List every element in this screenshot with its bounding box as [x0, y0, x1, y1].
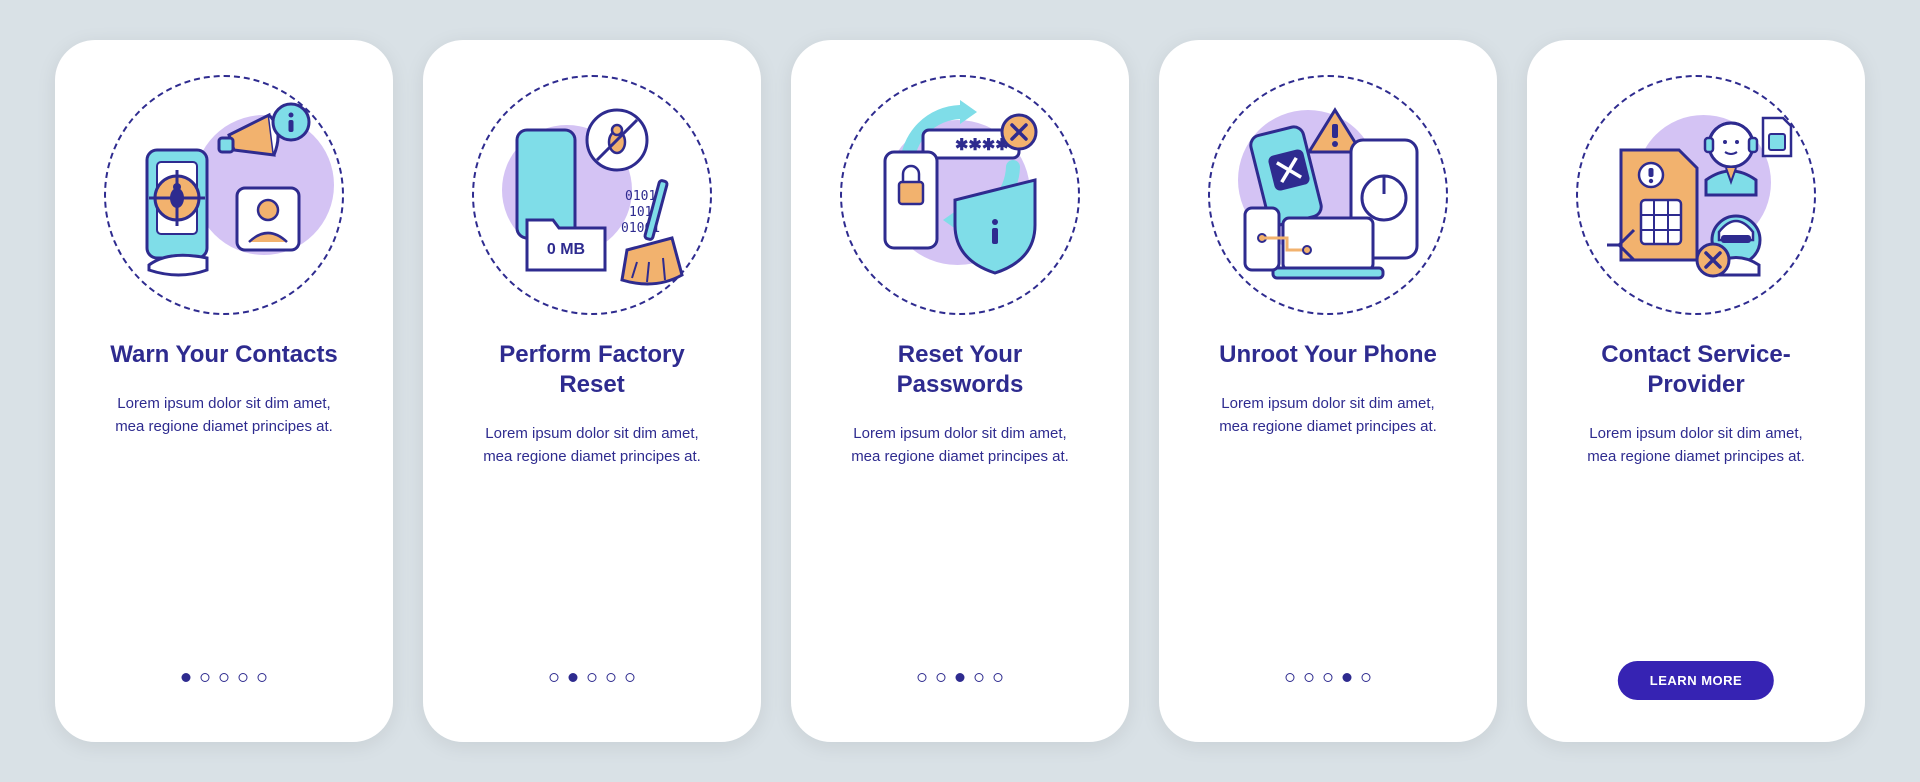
dot[interactable] [220, 673, 229, 682]
dot[interactable] [201, 673, 210, 682]
unroot-phone-icon [1223, 90, 1433, 300]
card-body: Lorem ipsum dolor sit dim amet, mea regi… [840, 422, 1080, 469]
card-body: Lorem ipsum dolor sit dim amet, mea regi… [1208, 392, 1448, 439]
dot[interactable] [1324, 673, 1333, 682]
onboarding-card-4: Unroot Your Phone Lorem ipsum dolor sit … [1159, 40, 1497, 742]
card-title: Warn Your Contacts [110, 340, 338, 370]
onboarding-card-5: Contact Service-Provider Lorem ipsum dol… [1527, 40, 1865, 742]
illustration-warn-contacts [104, 75, 344, 315]
dot[interactable] [182, 673, 191, 682]
dot[interactable] [1362, 673, 1371, 682]
illustration-contact-provider [1576, 75, 1816, 315]
dot[interactable] [1286, 673, 1295, 682]
pagination-dots [182, 673, 267, 682]
storage-badge: 0 MB [547, 241, 585, 258]
pagination-dots [918, 673, 1003, 682]
dot[interactable] [994, 673, 1003, 682]
svg-text:✱✱✱✱: ✱✱✱✱ [955, 137, 1009, 154]
warn-contacts-icon [119, 90, 329, 300]
dot[interactable] [1305, 673, 1314, 682]
dot[interactable] [258, 673, 267, 682]
dot[interactable] [956, 673, 965, 682]
illustration-factory-reset: 0 MB 01010 1010 01001 [472, 75, 712, 315]
card-title: Perform Factory Reset [467, 340, 717, 400]
pagination-dots [550, 673, 635, 682]
dot[interactable] [975, 673, 984, 682]
reset-passwords-icon: ✱✱✱✱ [855, 90, 1065, 300]
card-body: Lorem ipsum dolor sit dim amet, mea regi… [472, 422, 712, 469]
illustration-unroot-phone [1208, 75, 1448, 315]
card-title: Contact Service-Provider [1571, 340, 1821, 400]
card-body: Lorem ipsum dolor sit dim amet, mea regi… [104, 392, 344, 439]
dot[interactable] [937, 673, 946, 682]
onboarding-card-1: Warn Your Contacts Lorem ipsum dolor sit… [55, 40, 393, 742]
factory-reset-icon: 0 MB 01010 1010 01001 [487, 90, 697, 300]
card-title: Reset Your Passwords [835, 340, 1085, 400]
learn-more-button[interactable]: LEARN MORE [1618, 661, 1774, 700]
dot[interactable] [239, 673, 248, 682]
dot[interactable] [1343, 673, 1352, 682]
dot[interactable] [918, 673, 927, 682]
contact-provider-icon [1591, 90, 1801, 300]
illustration-reset-passwords: ✱✱✱✱ [840, 75, 1080, 315]
pagination-dots [1286, 673, 1371, 682]
dot[interactable] [569, 673, 578, 682]
onboarding-card-2: 0 MB 01010 1010 01001 Perform Factory Re… [423, 40, 761, 742]
dot[interactable] [550, 673, 559, 682]
card-title: Unroot Your Phone [1219, 340, 1437, 370]
dot[interactable] [607, 673, 616, 682]
dot[interactable] [626, 673, 635, 682]
dot[interactable] [588, 673, 597, 682]
onboarding-card-3: ✱✱✱✱ Reset Your Passwords Lorem ipsum do… [791, 40, 1129, 742]
card-body: Lorem ipsum dolor sit dim amet, mea regi… [1576, 422, 1816, 469]
